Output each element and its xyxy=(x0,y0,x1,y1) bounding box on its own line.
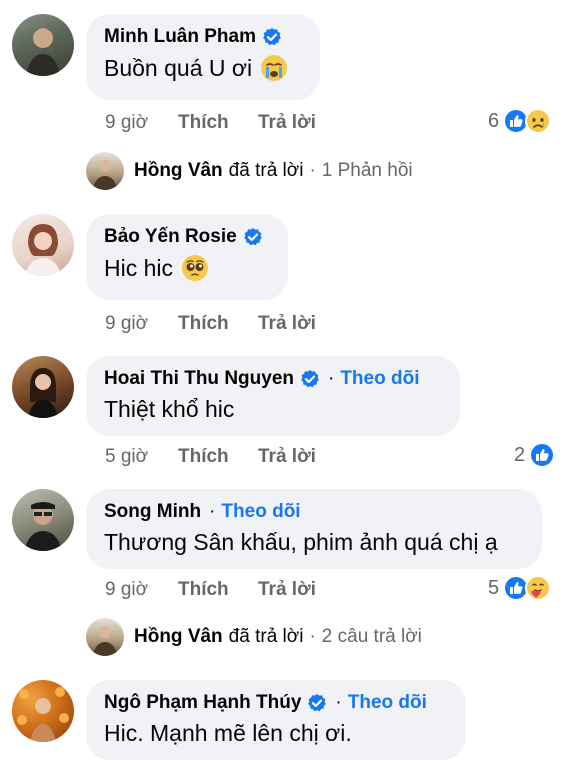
separator-dot: · xyxy=(209,501,216,522)
comment-text: Hic. Mạnh mẽ lên chị ơi. xyxy=(104,720,352,746)
comment-bubble: Hoai Thi Thu Nguyen · Theo dõi Thiệt khổ… xyxy=(86,356,460,436)
avatar[interactable] xyxy=(12,489,74,551)
comment-actions: 9 giờ Thích Trả lời xyxy=(105,579,316,601)
comment-text: Buồn quá U ơi xyxy=(104,54,253,81)
reaction-count: 5 xyxy=(488,576,500,599)
replier-name: Hồng Vân xyxy=(134,160,223,181)
person-avatar-icon xyxy=(28,368,58,418)
person-avatar-icon xyxy=(24,502,62,551)
comment-actions: 9 giờ Thích Trả lời xyxy=(105,313,316,335)
reply-button[interactable]: Trả lời xyxy=(258,313,316,335)
like-button[interactable]: Thích xyxy=(178,313,258,335)
reaction-summary[interactable]: 6 xyxy=(488,108,551,134)
verified-badge-icon xyxy=(243,227,263,247)
reply-action: đã trả lời xyxy=(228,626,304,647)
comment-actions: 9 giờ Thích Trả lời xyxy=(105,112,316,134)
reply-count: 2 câu trả lời xyxy=(321,626,422,647)
comment-time[interactable]: 9 giờ xyxy=(105,313,178,335)
reaction-count: 6 xyxy=(488,109,500,132)
avatar[interactable] xyxy=(12,680,74,742)
avatar[interactable] xyxy=(12,14,74,76)
person-avatar-icon xyxy=(26,28,60,76)
reply-action: đã trả lời xyxy=(228,160,304,181)
care-icon xyxy=(525,575,551,601)
avatar xyxy=(86,152,124,190)
reply-button[interactable]: Trả lời xyxy=(258,446,316,468)
comment-text: Hic hic xyxy=(104,254,174,281)
avatar xyxy=(86,618,124,656)
like-button[interactable]: Thích xyxy=(178,579,258,601)
separator-dot: · xyxy=(328,368,335,389)
comment-time[interactable]: 9 giờ xyxy=(105,579,178,601)
comment-time[interactable]: 5 giờ xyxy=(105,446,178,468)
verified-badge-icon xyxy=(262,27,282,47)
like-button[interactable]: Thích xyxy=(178,446,258,468)
person-avatar-icon xyxy=(92,626,118,656)
avatar[interactable] xyxy=(12,356,74,418)
crying-face-icon xyxy=(260,54,288,82)
replier-name: Hồng Vân xyxy=(134,626,223,647)
like-button[interactable]: Thích xyxy=(178,112,258,134)
reply-button[interactable]: Trả lời xyxy=(258,579,316,601)
commenter-name[interactable]: Ngô Phạm Hạnh Thúy xyxy=(104,692,301,714)
comment-text: Thương Sân khấu, phim ảnh quá chị ạ xyxy=(104,529,498,555)
person-avatar-icon xyxy=(92,160,118,190)
comment-bubble: Song Minh · Theo dõi Thương Sân khấu, ph… xyxy=(86,489,542,569)
comment-text: Thiệt khổ hic xyxy=(104,396,235,422)
follow-button[interactable]: Theo dõi xyxy=(348,692,427,714)
replies-link[interactable]: Hồng Vân đã trả lời · 2 câu trả lời xyxy=(86,618,422,656)
separator-dot: · xyxy=(309,160,316,181)
comment-bubble: Bảo Yến Rosie Hic hic xyxy=(86,214,288,300)
person-avatar-icon xyxy=(17,687,69,742)
reply-count: 1 Phản hồi xyxy=(321,160,413,181)
reaction-summary[interactable]: 5 xyxy=(488,575,551,601)
reaction-count: 2 xyxy=(514,443,526,466)
commenter-name[interactable]: Song Minh xyxy=(104,501,201,523)
follow-button[interactable]: Theo dõi xyxy=(221,501,300,523)
reaction-summary[interactable]: 2 xyxy=(514,442,555,468)
separator-dot: · xyxy=(309,626,316,647)
replies-link[interactable]: Hồng Vân đã trả lời · 1 Phản hồi xyxy=(86,152,413,190)
separator-dot: · xyxy=(335,692,342,713)
verified-badge-icon xyxy=(300,369,320,389)
comment-time[interactable]: 9 giờ xyxy=(105,112,178,134)
commenter-name[interactable]: Hoai Thi Thu Nguyen xyxy=(104,368,294,390)
pleading-face-icon xyxy=(181,254,209,282)
comment-bubble: Ngô Phạm Hạnh Thúy · Theo dõi Hic. Mạnh … xyxy=(86,680,466,760)
follow-button[interactable]: Theo dõi xyxy=(340,368,419,390)
commenter-name[interactable]: Bảo Yến Rosie xyxy=(104,226,237,248)
person-avatar-icon xyxy=(24,224,62,276)
comment-actions: 5 giờ Thích Trả lời xyxy=(105,446,316,468)
like-icon xyxy=(529,442,555,468)
reply-button[interactable]: Trả lời xyxy=(258,112,316,134)
avatar[interactable] xyxy=(12,214,74,276)
sad-icon xyxy=(525,108,551,134)
commenter-name[interactable]: Minh Luân Pham xyxy=(104,26,256,48)
comment-bubble: Minh Luân Pham Buồn quá U ơi xyxy=(86,14,320,100)
verified-badge-icon xyxy=(307,693,327,713)
